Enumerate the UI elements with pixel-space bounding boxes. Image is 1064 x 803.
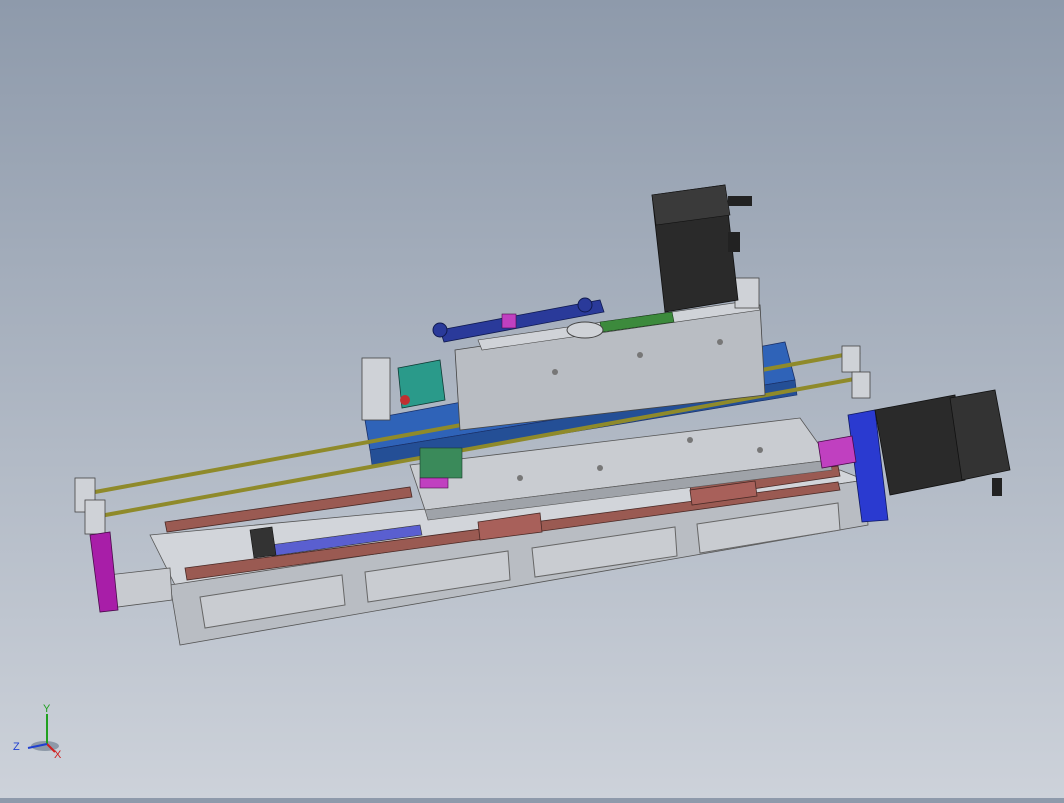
motor-connector: [992, 478, 1002, 496]
triad-z-label: Z: [13, 741, 20, 753]
cad-model-canvas[interactable]: [0, 0, 1064, 798]
slide-screw: [552, 369, 558, 375]
orientation-triad: Y X Z: [13, 703, 62, 760]
rod-end: [432, 322, 448, 338]
gripper-post: [361, 357, 391, 421]
gripper-green-block: [419, 447, 463, 479]
left-rod-clamp: [84, 499, 106, 535]
plate-screw: [517, 475, 523, 481]
right-rod-clamp: [841, 345, 861, 373]
top-motor-connector: [728, 232, 740, 252]
triad-x-label: X: [54, 749, 62, 760]
channel-block: [249, 526, 277, 559]
left-magenta-bracket: [89, 531, 119, 613]
left-brackets[interactable]: [74, 477, 119, 613]
gripper-magenta-block: [419, 477, 449, 489]
slide-screw: [717, 339, 723, 345]
triad-y-label: Y: [43, 703, 51, 715]
shaft-coupling: [817, 435, 857, 469]
gripper-pin-red: [400, 395, 410, 405]
rod-end: [577, 297, 593, 313]
cad-viewport[interactable]: Y X Z: [0, 0, 1064, 798]
plate-screw: [687, 437, 693, 443]
top-motor[interactable]: [651, 184, 752, 313]
link-nut-magenta: [501, 313, 517, 329]
slide-end-block: [734, 277, 760, 309]
slide-screw: [637, 352, 643, 358]
plate-screw: [757, 447, 763, 453]
right-rod-clamp: [851, 371, 871, 399]
base-left-end: [107, 567, 173, 609]
pulley: [566, 321, 604, 339]
plate-screw: [597, 465, 603, 471]
top-motor-shaft: [728, 196, 752, 206]
